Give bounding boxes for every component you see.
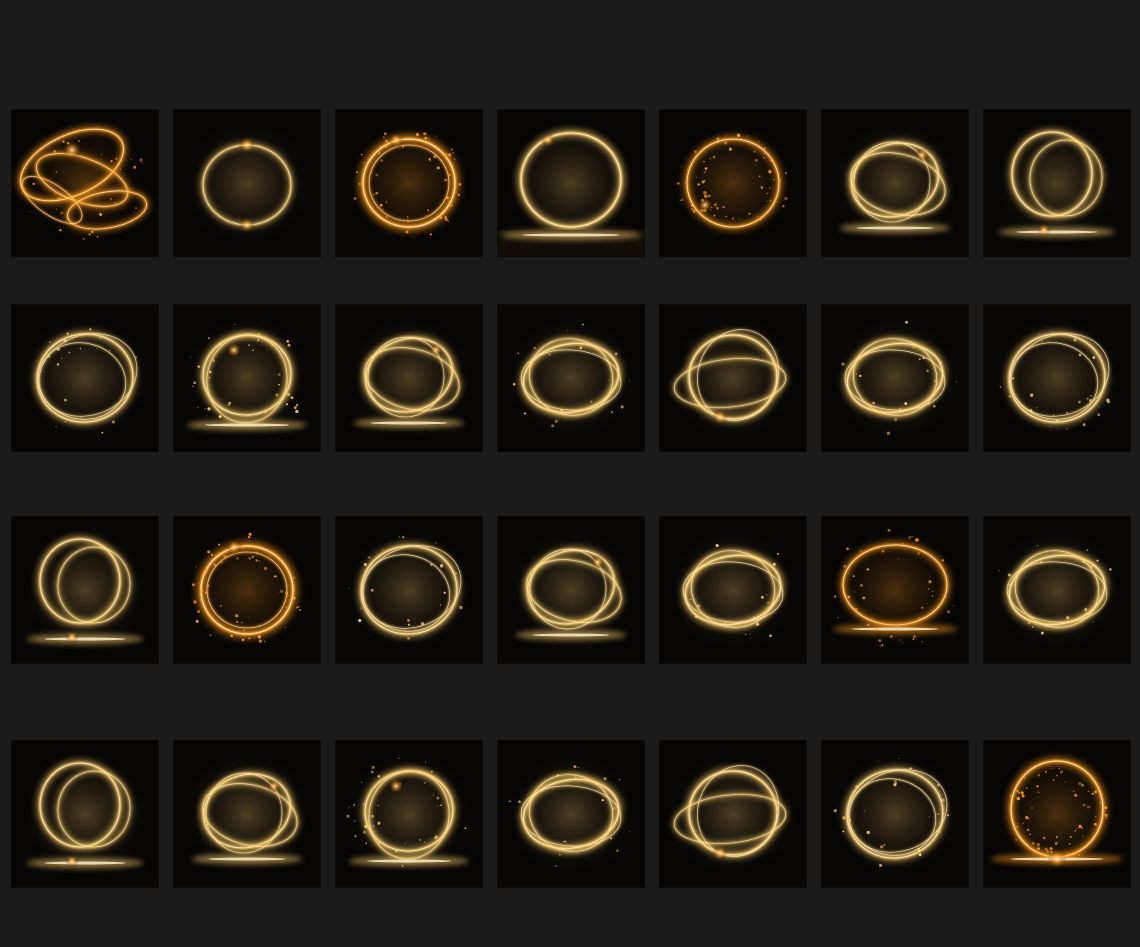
glowing-ring-image (822, 741, 968, 887)
glowing-ring-image (336, 517, 482, 663)
glowing-ring-image (336, 741, 482, 887)
glowing-ring-image (336, 110, 482, 256)
glowing-ring-image (174, 110, 320, 256)
glowing-ring-image (498, 305, 644, 451)
golden-ring-thumbnail-r1-c2 (174, 110, 320, 256)
golden-ring-thumbnail-r3-c3 (336, 517, 482, 663)
golden-ring-thumbnail-r3-c7 (984, 517, 1130, 663)
glowing-ring-image (12, 741, 158, 887)
golden-ring-thumbnail-r2-c5 (660, 305, 806, 451)
golden-ring-thumbnail-r3-c5 (660, 517, 806, 663)
golden-ring-thumbnail-r3-c6 (822, 517, 968, 663)
glowing-ring-image (984, 305, 1130, 451)
light-ring-gallery (0, 0, 1140, 947)
glowing-ring-image (660, 517, 806, 663)
golden-ring-thumbnail-r4-c5 (660, 741, 806, 887)
glowing-ring-image (660, 110, 806, 256)
golden-ring-thumbnail-r2-c4 (498, 305, 644, 451)
glowing-ring-image (174, 305, 320, 451)
golden-ring-thumbnail-r1-c4 (498, 110, 644, 256)
golden-ring-thumbnail-r2-c2 (174, 305, 320, 451)
glowing-ring-image (822, 305, 968, 451)
golden-ring-thumbnail-r3-c4 (498, 517, 644, 663)
golden-ring-thumbnail-r1-c7 (984, 110, 1130, 256)
golden-ring-thumbnail-r1-c3 (336, 110, 482, 256)
golden-ring-thumbnail-r1-c1 (12, 110, 158, 256)
glowing-ring-image (498, 741, 644, 887)
glowing-ring-image (984, 110, 1130, 256)
golden-ring-thumbnail-r4-c7 (984, 741, 1130, 887)
golden-ring-thumbnail-r1-c5 (660, 110, 806, 256)
glowing-ring-image (336, 305, 482, 451)
glowing-ring-image (498, 110, 644, 256)
glowing-ring-image (822, 110, 968, 256)
glowing-ring-image (660, 741, 806, 887)
golden-ring-thumbnail-r2-c1 (12, 305, 158, 451)
glowing-ring-image (984, 741, 1130, 887)
glowing-ring-image (174, 517, 320, 663)
golden-ring-thumbnail-r3-c1 (12, 517, 158, 663)
glowing-ring-image (12, 110, 158, 256)
golden-ring-thumbnail-r2-c7 (984, 305, 1130, 451)
golden-ring-thumbnail-r4-c3 (336, 741, 482, 887)
glowing-ring-image (498, 517, 644, 663)
glowing-ring-image (660, 305, 806, 451)
glowing-ring-image (12, 305, 158, 451)
golden-ring-thumbnail-r4-c6 (822, 741, 968, 887)
golden-ring-thumbnail-r4-c1 (12, 741, 158, 887)
golden-ring-thumbnail-r2-c3 (336, 305, 482, 451)
golden-ring-thumbnail-r4-c2 (174, 741, 320, 887)
golden-ring-thumbnail-r4-c4 (498, 741, 644, 887)
golden-ring-thumbnail-r1-c6 (822, 110, 968, 256)
golden-ring-thumbnail-r3-c2 (174, 517, 320, 663)
glowing-ring-image (822, 517, 968, 663)
glowing-ring-image (12, 517, 158, 663)
glowing-ring-image (174, 741, 320, 887)
glowing-ring-image (984, 517, 1130, 663)
golden-ring-thumbnail-r2-c6 (822, 305, 968, 451)
